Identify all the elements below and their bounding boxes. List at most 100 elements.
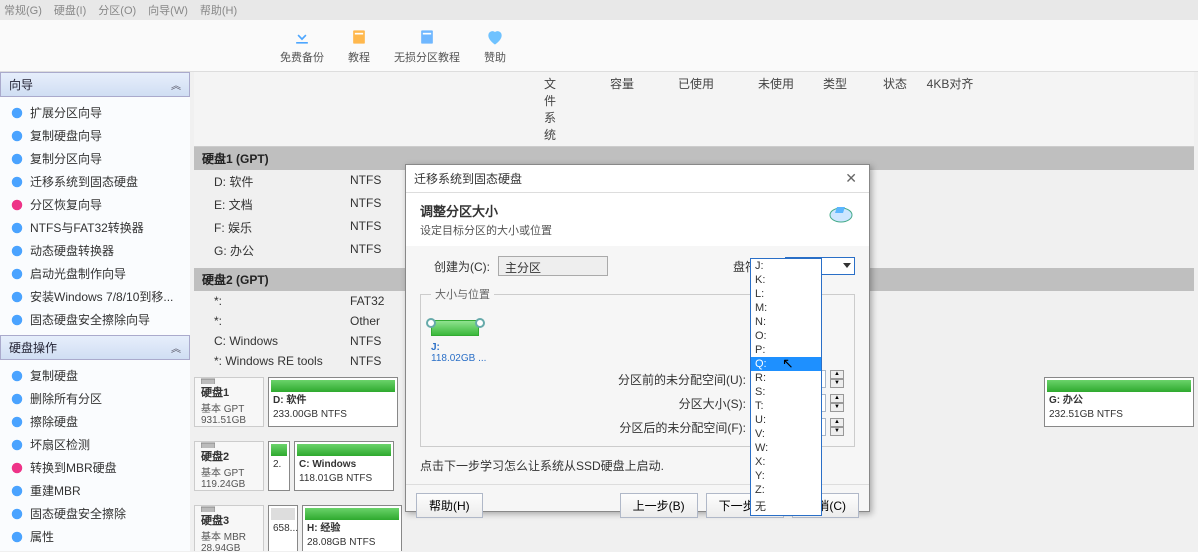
dialog-titlebar[interactable]: 迁移系统到固态硬盘 ✕ <box>406 165 869 193</box>
drive-option[interactable]: P: <box>751 343 821 357</box>
size-spin-up[interactable]: ▲ <box>830 394 844 403</box>
back-button[interactable]: 上一步(B) <box>620 493 698 518</box>
dialog-title-text: 迁移系统到固态硬盘 <box>414 170 522 187</box>
col-fs[interactable]: 文件系统 <box>344 72 550 146</box>
sidebar-wizard-item-1[interactable]: 复制硬盘向导 <box>0 124 190 147</box>
drive-option[interactable]: X: <box>751 455 821 469</box>
disk2-sub: 基本 GPT <box>201 464 263 479</box>
book2-icon <box>417 27 437 47</box>
toolbar-tutorial[interactable]: 教程 <box>348 27 370 65</box>
part-name: *: <box>194 294 344 308</box>
sidebar-wizard-item-4[interactable]: 分区恢复向导 <box>0 193 190 216</box>
disk1-icon-box[interactable]: 硬盘1 基本 GPT 931.51GB <box>194 377 264 427</box>
sidebar-wizard-item-8[interactable]: 安装Windows 7/8/10到移... <box>0 285 190 308</box>
disk3-name: 硬盘3 <box>201 512 263 528</box>
col-cap[interactable]: 容量 <box>550 72 640 146</box>
part0-info: 2. <box>269 458 289 472</box>
after-spin-up[interactable]: ▲ <box>830 418 844 427</box>
sidebar-ops-item-4[interactable]: 转换到MBR硬盘 <box>0 456 190 479</box>
sidebar-ops-item-0[interactable]: 复制硬盘 <box>0 364 190 387</box>
menu-wizard[interactable]: 向导(W) <box>148 2 188 18</box>
sidebar-wizard-item-9[interactable]: 固态硬盘安全擦除向导 <box>0 308 190 331</box>
side-item-label: 重建MBR <box>30 482 81 499</box>
size-spin-down[interactable]: ▼ <box>830 403 844 412</box>
wizard-panel-header[interactable]: 向导 ︽ <box>0 72 190 97</box>
bullet-icon <box>10 507 24 521</box>
drive-option[interactable]: U: <box>751 413 821 427</box>
menu-partition[interactable]: 分区(O) <box>98 2 136 18</box>
sidebar-wizard-item-2[interactable]: 复制分区向导 <box>0 147 190 170</box>
part-d-info: 233.00GB NTFS <box>269 408 397 422</box>
drive-option[interactable]: N: <box>751 315 821 329</box>
drive-option[interactable]: S: <box>751 385 821 399</box>
sidebar-wizard-item-0[interactable]: 扩展分区向导 <box>0 101 190 124</box>
toolbar-donate[interactable]: 赞助 <box>484 27 506 65</box>
bullet-icon <box>10 313 24 327</box>
drive-option[interactable]: T: <box>751 399 821 413</box>
drive-option[interactable]: 无 <box>751 497 821 515</box>
sidebar-ops-item-3[interactable]: 坏扇区检测 <box>0 433 190 456</box>
sidebar-ops-item-1[interactable]: 删除所有分区 <box>0 387 190 410</box>
menu-disk[interactable]: 硬盘(I) <box>54 2 86 18</box>
drive-letter-dropdown[interactable]: J:K:L:M:N:O:P:Q:R:S:T:U:V:W:X:Y:Z:无 <box>750 258 822 516</box>
sidebar-ops-item-7[interactable]: 属性 <box>0 525 190 548</box>
drive-option[interactable]: W: <box>751 441 821 455</box>
drive-option[interactable]: O: <box>751 329 821 343</box>
drive-option[interactable]: V: <box>751 427 821 441</box>
side-item-label: 复制硬盘向导 <box>30 127 102 144</box>
disk2-icon-box[interactable]: 硬盘2 基本 GPT 119.24GB <box>194 441 264 491</box>
create-as-select[interactable]: 主分区 <box>498 256 608 276</box>
menu-help[interactable]: 帮助(H) <box>200 2 237 18</box>
disk1-part-d[interactable]: D: 软件 233.00GB NTFS <box>268 377 398 427</box>
part-name: C: Windows <box>194 334 344 348</box>
drive-option[interactable]: J: <box>751 259 821 273</box>
disk3-part-h[interactable]: H: 经验 28.08GB NTFS <box>302 505 402 551</box>
bullet-icon <box>10 175 24 189</box>
drive-option[interactable]: K: <box>751 273 821 287</box>
before-spin-up[interactable]: ▲ <box>830 370 844 379</box>
menu-general[interactable]: 常规(G) <box>4 2 42 18</box>
chevron-up-icon: ︽ <box>171 340 181 355</box>
toolbar-backup[interactable]: 免费备份 <box>280 27 324 65</box>
drive-option[interactable]: L: <box>751 287 821 301</box>
disk1-part-g[interactable]: G: 办公 232.51GB NTFS <box>1044 377 1194 427</box>
col-state[interactable]: 状态 <box>870 72 920 146</box>
toolbar-backup-label: 免费备份 <box>280 49 324 65</box>
sidebar-wizard-item-6[interactable]: 动态硬盘转换器 <box>0 239 190 262</box>
disk3-icon-box[interactable]: 硬盘3 基本 MBR 28.94GB <box>194 505 264 551</box>
col-used[interactable]: 已使用 <box>640 72 720 146</box>
slider-handle-left[interactable] <box>426 318 436 328</box>
ops-panel-header[interactable]: 硬盘操作 ︽ <box>0 335 190 360</box>
drive-option[interactable]: R: <box>751 371 821 385</box>
drive-option[interactable]: M: <box>751 301 821 315</box>
side-item-label: 启动光盘制作向导 <box>30 265 126 282</box>
col-type[interactable]: 类型 <box>800 72 870 146</box>
drive-option[interactable]: Q: <box>751 357 821 371</box>
menubar: 常规(G) 硬盘(I) 分区(O) 向导(W) 帮助(H) <box>0 0 1198 20</box>
side-item-label: 固态硬盘安全擦除 <box>30 505 126 522</box>
disk2-part-0[interactable]: 2. <box>268 441 290 491</box>
sidebar-wizard-item-5[interactable]: NTFS与FAT32转换器 <box>0 216 190 239</box>
before-label: 分区前的未分配空间(U): <box>618 371 746 388</box>
sidebar-ops-item-6[interactable]: 固态硬盘安全擦除 <box>0 502 190 525</box>
drive-option[interactable]: Y: <box>751 469 821 483</box>
disk2-part-c[interactable]: C: Windows 118.01GB NTFS <box>294 441 394 491</box>
sidebar-wizard-item-7[interactable]: 启动光盘制作向导 <box>0 262 190 285</box>
size-label: 分区大小(S): <box>679 395 746 412</box>
toolbar-lossless[interactable]: 无损分区教程 <box>394 27 460 65</box>
sidebar-ops-item-5[interactable]: 重建MBR <box>0 479 190 502</box>
disk1-size: 931.51GB <box>201 415 263 426</box>
after-spin-down[interactable]: ▼ <box>830 427 844 436</box>
before-spin-down[interactable]: ▼ <box>830 379 844 388</box>
close-icon[interactable]: ✕ <box>841 170 861 187</box>
drive-option[interactable]: Z: <box>751 483 821 497</box>
col-4k[interactable]: 4KB对齐 <box>920 72 980 146</box>
bullet-icon <box>10 461 24 475</box>
col-free[interactable]: 未使用 <box>720 72 800 146</box>
help-button[interactable]: 帮助(H) <box>416 493 483 518</box>
wizard-panel-title: 向导 <box>9 76 33 93</box>
slider-handle-right[interactable] <box>475 318 485 328</box>
sidebar-wizard-item-3[interactable]: 迁移系统到固态硬盘 <box>0 170 190 193</box>
sidebar-ops-item-2[interactable]: 擦除硬盘 <box>0 410 190 433</box>
disk3-part-0[interactable]: 658... <box>268 505 298 551</box>
